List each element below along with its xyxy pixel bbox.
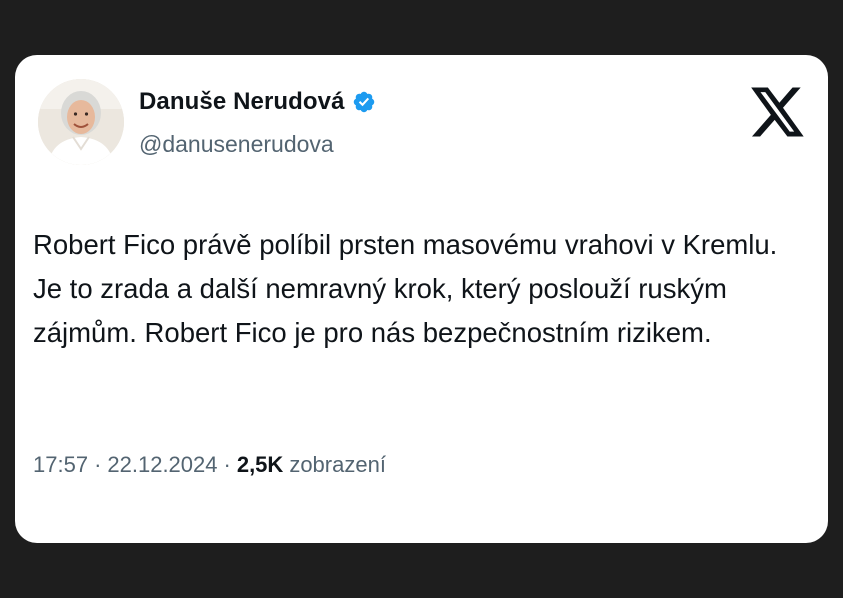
x-logo-icon [750, 85, 806, 139]
avatar[interactable] [38, 79, 124, 165]
tweet-meta: 17:57 · 22.12.2024 · 2,5K zobrazení [33, 452, 386, 478]
meta-separator: · [223, 452, 231, 477]
tweet-time[interactable]: 17:57 [33, 452, 88, 478]
author-name[interactable]: Danuše Nerudová [139, 88, 345, 116]
tweet-text: Robert Fico právě políbil prsten masovém… [33, 229, 778, 348]
tweet-card: Danuše Nerudová @danusenerudova Robert F… [15, 55, 828, 543]
tweet-date[interactable]: 22.12.2024 [107, 452, 217, 478]
views-count: 2,5K [236, 452, 284, 477]
author-handle[interactable]: @danusenerudova [139, 131, 334, 158]
views-label: zobrazení [289, 452, 386, 477]
verified-badge-icon [352, 90, 376, 114]
author-name-row: Danuše Nerudová [139, 88, 376, 116]
meta-separator: · [94, 452, 102, 477]
